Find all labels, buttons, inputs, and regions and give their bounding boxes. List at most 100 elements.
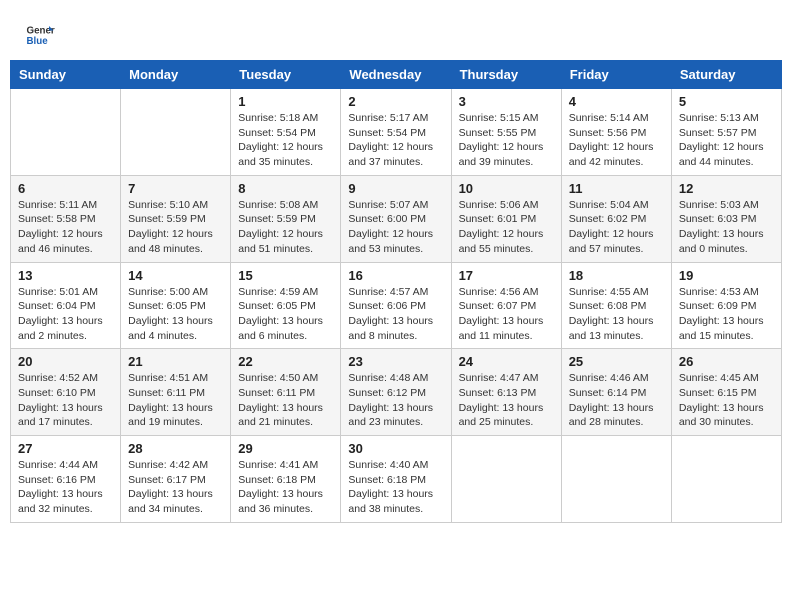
day-number: 20 [18,354,113,369]
day-number: 3 [459,94,554,109]
day-info: Sunrise: 4:53 AMSunset: 6:09 PMDaylight:… [679,285,774,344]
day-info: Sunrise: 5:01 AMSunset: 6:04 PMDaylight:… [18,285,113,344]
day-number: 2 [348,94,443,109]
day-info: Sunrise: 4:41 AMSunset: 6:18 PMDaylight:… [238,458,333,517]
calendar-cell: 22 Sunrise: 4:50 AMSunset: 6:11 PMDayligh… [231,349,341,436]
logo-icon: General Blue [25,20,55,50]
day-info: Sunrise: 4:59 AMSunset: 6:05 PMDaylight:… [238,285,333,344]
calendar-cell: 18 Sunrise: 4:55 AMSunset: 6:08 PMDayligh… [561,262,671,349]
day-number: 6 [18,181,113,196]
day-number: 19 [679,268,774,283]
day-number: 10 [459,181,554,196]
calendar-cell: 11Sunrise: 5:04 AMSunset: 6:02 PMDayligh… [561,175,671,262]
day-number: 16 [348,268,443,283]
day-info: Sunrise: 4:57 AMSunset: 6:06 PMDaylight:… [348,285,443,344]
calendar-cell [451,436,561,523]
calendar-cell: 9 Sunrise: 5:07 AMSunset: 6:00 PMDaylight… [341,175,451,262]
calendar-cell [11,89,121,176]
day-info: Sunrise: 5:13 AMSunset: 5:57 PMDaylight:… [679,111,774,170]
day-number: 26 [679,354,774,369]
day-info: Sunrise: 4:50 AMSunset: 6:11 PMDaylight:… [238,371,333,430]
day-number: 15 [238,268,333,283]
weekday-header: Monday [121,61,231,89]
day-info: Sunrise: 5:03 AMSunset: 6:03 PMDaylight:… [679,198,774,257]
calendar-cell: 17 Sunrise: 4:56 AMSunset: 6:07 PMDayligh… [451,262,561,349]
calendar-cell: 29 Sunrise: 4:41 AMSunset: 6:18 PMDayligh… [231,436,341,523]
calendar-cell: 27Sunrise: 4:44 AMSunset: 6:16 PMDayligh… [11,436,121,523]
calendar-cell: 19 Sunrise: 4:53 AMSunset: 6:09 PMDayligh… [671,262,781,349]
day-info: Sunrise: 5:17 AMSunset: 5:54 PMDaylight:… [348,111,443,170]
calendar-header-row: SundayMondayTuesdayWednesdayThursdayFrid… [11,61,782,89]
calendar-week-row: 6 Sunrise: 5:11 AMSunset: 5:58 PMDaylight… [11,175,782,262]
day-info: Sunrise: 5:00 AMSunset: 6:05 PMDaylight:… [128,285,223,344]
calendar-cell [671,436,781,523]
calendar-cell: 5Sunrise: 5:13 AMSunset: 5:57 PMDaylight… [671,89,781,176]
day-number: 9 [348,181,443,196]
weekday-header: Wednesday [341,61,451,89]
calendar-cell: 13 Sunrise: 5:01 AMSunset: 6:04 PMDayligh… [11,262,121,349]
header: General Blue [10,10,782,55]
calendar-cell: 6 Sunrise: 5:11 AMSunset: 5:58 PMDaylight… [11,175,121,262]
day-number: 22 [238,354,333,369]
day-number: 17 [459,268,554,283]
day-number: 13 [18,268,113,283]
day-number: 29 [238,441,333,456]
day-number: 18 [569,268,664,283]
day-number: 11 [569,181,664,196]
weekday-header: Sunday [11,61,121,89]
day-info: Sunrise: 4:56 AMSunset: 6:07 PMDaylight:… [459,285,554,344]
day-info: Sunrise: 4:44 AMSunset: 6:16 PMDaylight:… [18,458,113,517]
calendar-cell: 16 Sunrise: 4:57 AMSunset: 6:06 PMDayligh… [341,262,451,349]
calendar-week-row: 13 Sunrise: 5:01 AMSunset: 6:04 PMDayligh… [11,262,782,349]
day-number: 28 [128,441,223,456]
weekday-header: Tuesday [231,61,341,89]
svg-text:General: General [27,26,56,37]
calendar-cell: 1 Sunrise: 5:18 AMSunset: 5:54 PMDaylight… [231,89,341,176]
calendar-cell: 3 Sunrise: 5:15 AMSunset: 5:55 PMDaylight… [451,89,561,176]
calendar-cell: 21 Sunrise: 4:51 AMSunset: 6:11 PMDayligh… [121,349,231,436]
calendar-cell: 8 Sunrise: 5:08 AMSunset: 5:59 PMDaylight… [231,175,341,262]
day-number: 12 [679,181,774,196]
day-number: 30 [348,441,443,456]
day-number: 25 [569,354,664,369]
day-number: 23 [348,354,443,369]
day-info: Sunrise: 5:07 AMSunset: 6:00 PMDaylight:… [348,198,443,257]
day-info: Sunrise: 5:06 AMSunset: 6:01 PMDaylight:… [459,198,554,257]
day-info: Sunrise: 5:14 AMSunset: 5:56 PMDaylight:… [569,111,664,170]
day-info: Sunrise: 5:15 AMSunset: 5:55 PMDaylight:… [459,111,554,170]
calendar-cell: 25Sunrise: 4:46 AMSunset: 6:14 PMDayligh… [561,349,671,436]
day-info: Sunrise: 5:08 AMSunset: 5:59 PMDaylight:… [238,198,333,257]
calendar-cell: 24Sunrise: 4:47 AMSunset: 6:13 PMDayligh… [451,349,561,436]
day-number: 8 [238,181,333,196]
calendar-cell: 2 Sunrise: 5:17 AMSunset: 5:54 PMDaylight… [341,89,451,176]
day-info: Sunrise: 5:11 AMSunset: 5:58 PMDaylight:… [18,198,113,257]
calendar-table: SundayMondayTuesdayWednesdayThursdayFrid… [10,60,782,523]
calendar-week-row: 27Sunrise: 4:44 AMSunset: 6:16 PMDayligh… [11,436,782,523]
weekday-header: Saturday [671,61,781,89]
day-info: Sunrise: 5:18 AMSunset: 5:54 PMDaylight:… [238,111,333,170]
calendar-cell: 20 Sunrise: 4:52 AMSunset: 6:10 PMDayligh… [11,349,121,436]
svg-text:Blue: Blue [27,36,49,47]
day-info: Sunrise: 4:55 AMSunset: 6:08 PMDaylight:… [569,285,664,344]
calendar-cell: 12 Sunrise: 5:03 AMSunset: 6:03 PMDayligh… [671,175,781,262]
logo: General Blue [25,20,55,50]
calendar-cell [121,89,231,176]
day-number: 7 [128,181,223,196]
day-info: Sunrise: 4:47 AMSunset: 6:13 PMDaylight:… [459,371,554,430]
day-info: Sunrise: 4:45 AMSunset: 6:15 PMDaylight:… [679,371,774,430]
calendar-cell: 10 Sunrise: 5:06 AMSunset: 6:01 PMDayligh… [451,175,561,262]
calendar-cell: 28Sunrise: 4:42 AMSunset: 6:17 PMDayligh… [121,436,231,523]
calendar-cell: 4Sunrise: 5:14 AMSunset: 5:56 PMDaylight… [561,89,671,176]
day-number: 1 [238,94,333,109]
day-info: Sunrise: 4:52 AMSunset: 6:10 PMDaylight:… [18,371,113,430]
weekday-header: Thursday [451,61,561,89]
calendar-cell: 30Sunrise: 4:40 AMSunset: 6:18 PMDayligh… [341,436,451,523]
day-number: 21 [128,354,223,369]
day-number: 14 [128,268,223,283]
day-info: Sunrise: 4:48 AMSunset: 6:12 PMDaylight:… [348,371,443,430]
calendar-cell: 23 Sunrise: 4:48 AMSunset: 6:12 PMDayligh… [341,349,451,436]
day-info: Sunrise: 4:51 AMSunset: 6:11 PMDaylight:… [128,371,223,430]
day-info: Sunrise: 5:10 AMSunset: 5:59 PMDaylight:… [128,198,223,257]
calendar-cell: 26 Sunrise: 4:45 AMSunset: 6:15 PMDayligh… [671,349,781,436]
calendar-cell: 15 Sunrise: 4:59 AMSunset: 6:05 PMDayligh… [231,262,341,349]
